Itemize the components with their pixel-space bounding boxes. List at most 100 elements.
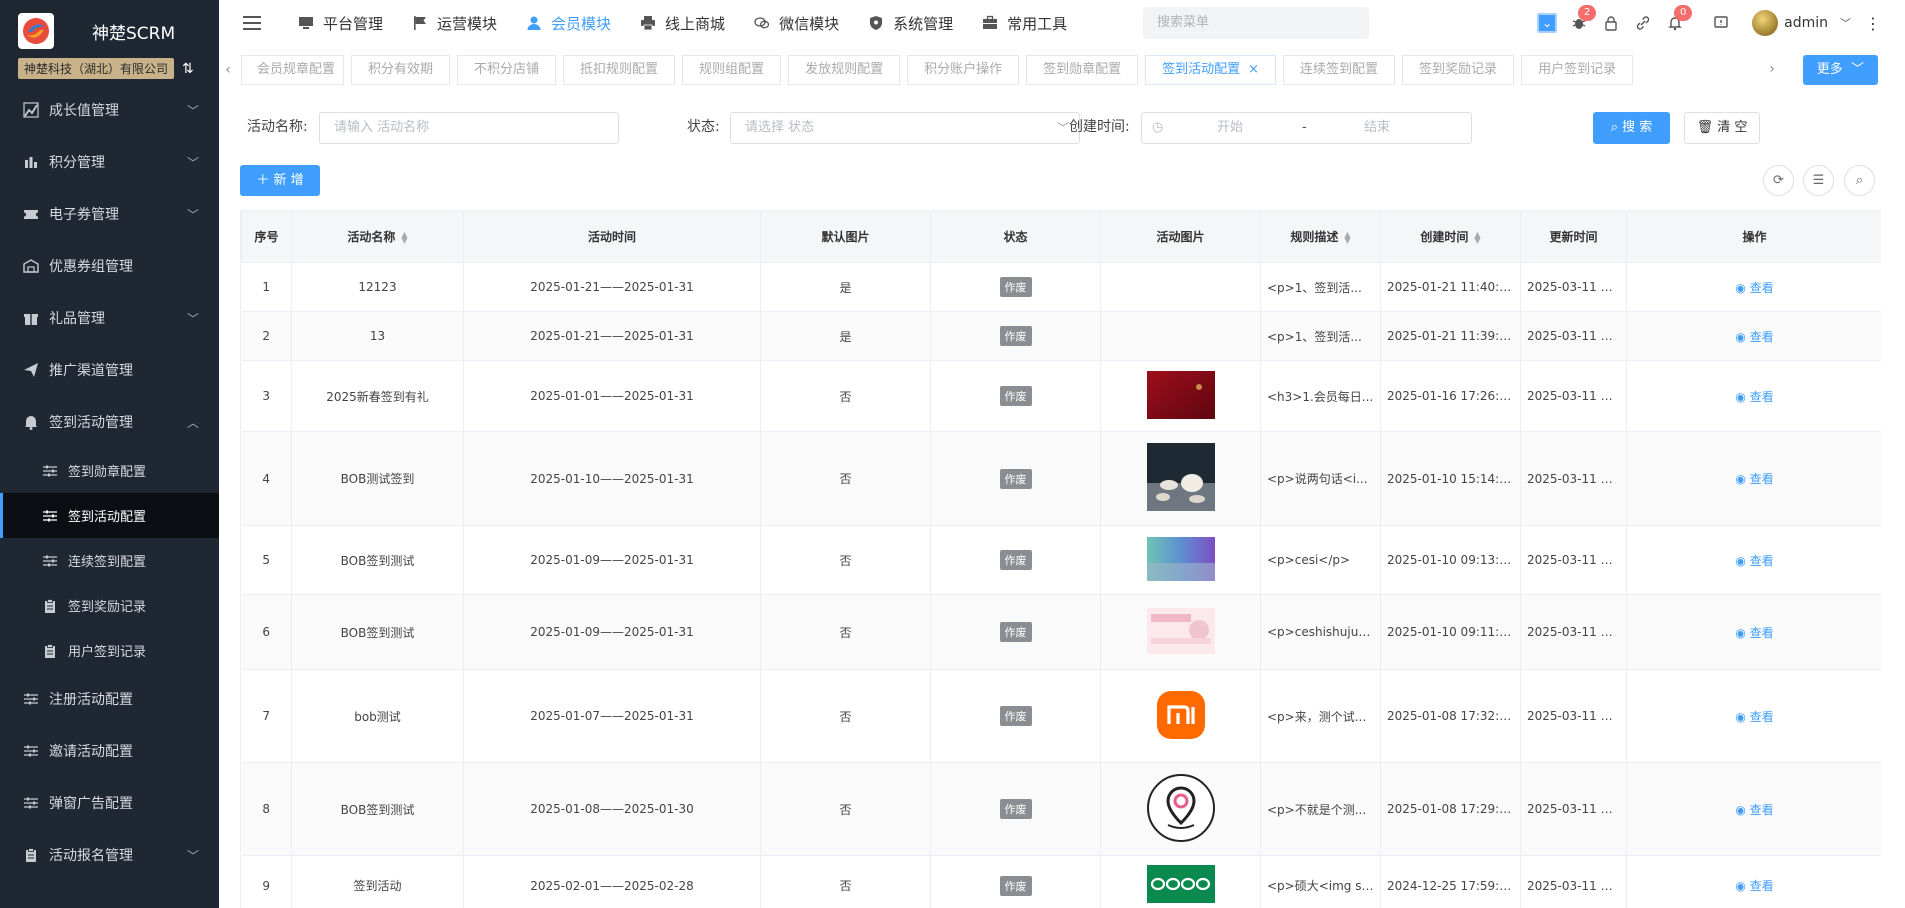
cell-name: 12123	[291, 262, 464, 312]
status-select[interactable]: 请选择 状态 ﹀	[730, 112, 1080, 144]
user-name[interactable]: admin	[1784, 15, 1828, 31]
sort-icon[interactable]: ▲ ▼	[1344, 230, 1350, 244]
column-header-6[interactable]: 规则描述 ▲ ▼	[1260, 210, 1381, 263]
activity-thumbnail-image[interactable]	[1146, 536, 1215, 584]
eye-icon: ◉	[1735, 553, 1746, 568]
tab-6[interactable]: 积分账户操作	[907, 55, 1020, 85]
sidebar-subitem-1[interactable]: 签到活动配置	[0, 493, 219, 538]
feedback-icon[interactable]	[1710, 12, 1732, 34]
view-button[interactable]: ◉ 查看	[1735, 554, 1773, 568]
topnav-item-4[interactable]: 微信模块	[753, 13, 839, 34]
tab-10[interactable]: 签到奖励记录	[1402, 55, 1515, 85]
lock-icon[interactable]	[1600, 12, 1622, 34]
sidebar-subitem-3[interactable]: 签到奖励记录	[0, 583, 219, 628]
notification-bell-icon[interactable]: 0	[1664, 5, 1693, 34]
sidebar-item-bottom-3[interactable]: 活动报名管理 ﹀	[0, 829, 219, 881]
topnav-item-1[interactable]: 运营模块	[411, 13, 497, 34]
sidebar-item-bottom-2[interactable]: 弹窗广告配置	[0, 777, 219, 829]
tab-11[interactable]: 用户签到记录	[1521, 55, 1634, 85]
status-badge: 作废	[999, 550, 1032, 570]
add-new-label: 新 增	[273, 173, 304, 188]
view-button[interactable]: ◉ 查看	[1735, 803, 1773, 817]
search-button[interactable]: ⌕ 搜 索	[1593, 112, 1670, 144]
sort-icon[interactable]: ▲ ▼	[401, 230, 407, 244]
sidebar-subitem-4[interactable]: 用户签到记录	[0, 628, 219, 673]
more-options-icon[interactable]: ⋮	[1865, 14, 1881, 33]
add-new-button[interactable]: ＋ 新 增	[240, 165, 320, 196]
more-tabs-button[interactable]: 更多 ﹀	[1802, 55, 1878, 85]
hamburger-menu-icon[interactable]	[243, 16, 261, 30]
activity-thumbnail-image[interactable]	[1146, 865, 1215, 906]
sidebar-item-main-6[interactable]: 签到活动管理 ︿	[0, 396, 219, 448]
tab-3[interactable]: 抵扣规则配置	[563, 55, 676, 85]
activity-name-input[interactable]: 请输入 活动名称	[319, 112, 619, 144]
tab-4[interactable]: 规则组配置	[682, 55, 782, 85]
view-button[interactable]: ◉ 查看	[1735, 879, 1773, 893]
sidebar-item-main-3[interactable]: 优惠券组管理	[0, 240, 219, 292]
sidebar-item-main-4[interactable]: 礼品管理 ﹀	[0, 292, 219, 344]
dropdown-select-toggle[interactable]: ⌄	[1536, 12, 1558, 34]
tab-7[interactable]: 签到勋章配置	[1026, 55, 1139, 85]
tab-5[interactable]: 发放规则配置	[788, 55, 901, 85]
clear-button[interactable]: 🗑 清 空	[1684, 112, 1760, 144]
sidebar-item-bottom-0[interactable]: 注册活动配置	[0, 673, 219, 725]
refresh-icon[interactable]: ⟳	[1763, 165, 1794, 196]
sidebar-subitem-2[interactable]: 连续签到配置	[0, 538, 219, 583]
table-row: 8 BOB签到测试 2025-01-08——2025-01-30 否 作废 <p…	[241, 762, 1881, 856]
sidebar-item-main-2[interactable]: 电子券管理 ﹀	[0, 188, 219, 240]
topnav-item-5[interactable]: 系统管理	[867, 13, 953, 34]
topnav-item-2[interactable]: 会员模块	[525, 13, 611, 34]
toggle-search-icon[interactable]: ⌕	[1844, 165, 1875, 196]
date-start-input[interactable]: 开始	[1217, 113, 1243, 143]
topnav-item-0[interactable]: 平台管理	[297, 13, 383, 34]
view-label: 查看	[1749, 389, 1774, 404]
sidebar-item-label: 邀请活动配置	[49, 744, 133, 760]
sidebar-item-main-5[interactable]: 推广渠道管理	[0, 344, 219, 396]
view-button[interactable]: ◉ 查看	[1735, 281, 1773, 295]
chevron-down-icon[interactable]: ﹀	[1840, 15, 1851, 31]
status-badge: 作废	[999, 799, 1032, 819]
tab-2[interactable]: 不积分店铺	[457, 55, 557, 85]
sidebar-item-bottom-1[interactable]: 邀请活动配置	[0, 725, 219, 777]
activity-thumbnail-image[interactable]	[1156, 690, 1206, 743]
tab-9[interactable]: 连续签到配置	[1283, 55, 1396, 85]
sidebar-item-main-0[interactable]: 成长值管理 ﹀	[0, 84, 219, 136]
tab-1[interactable]: 积分有效期	[351, 55, 451, 85]
close-icon[interactable]: ×	[1248, 62, 1259, 77]
activity-thumbnail-image[interactable]	[1146, 370, 1215, 422]
menu-search-input[interactable]: 搜索菜单	[1143, 7, 1369, 39]
topnav-item-3[interactable]: 线上商城	[639, 13, 725, 34]
sort-icon[interactable]: ▲ ▼	[1474, 230, 1480, 244]
status-badge: 作废	[999, 386, 1032, 406]
cell-no: 2	[241, 311, 292, 361]
link-icon[interactable]	[1632, 12, 1654, 34]
activity-thumbnail-image[interactable]	[1146, 773, 1216, 846]
tab-0[interactable]: 会员规章配置	[241, 55, 344, 85]
avatar[interactable]	[1752, 10, 1779, 36]
view-button[interactable]: ◉ 查看	[1735, 330, 1773, 344]
view-button[interactable]: ◉ 查看	[1735, 626, 1773, 640]
column-header-7[interactable]: 创建时间 ▲ ▼	[1380, 210, 1521, 263]
tab-8[interactable]: 签到活动配置 ×	[1145, 55, 1277, 85]
cell-status: 作废	[930, 360, 1101, 432]
sidebar-item-main-1[interactable]: 积分管理 ﹀	[0, 136, 219, 188]
bug-icon[interactable]: 2	[1568, 5, 1597, 34]
cell-status: 作废	[930, 855, 1101, 908]
view-label: 查看	[1749, 553, 1774, 568]
view-button[interactable]: ◉ 查看	[1735, 710, 1773, 724]
tabs-scroll-right-icon[interactable]: ›	[1763, 61, 1781, 77]
tab-label: 签到勋章配置	[1043, 62, 1122, 77]
column-header-1[interactable]: 活动名称 ▲ ▼	[291, 210, 464, 263]
activity-thumbnail-image[interactable]	[1146, 443, 1215, 514]
activity-thumbnail-image[interactable]	[1146, 607, 1215, 657]
topnav-item-6[interactable]: 常用工具	[981, 13, 1067, 34]
view-button[interactable]: ◉ 查看	[1735, 472, 1773, 486]
tabs-scroll-left-icon[interactable]: ‹	[219, 62, 237, 78]
date-end-input[interactable]: 结束	[1364, 113, 1390, 143]
switch-company-icon[interactable]: ⇅	[182, 61, 194, 77]
date-range-picker[interactable]: ◷ 开始 - 结束	[1141, 112, 1472, 144]
view-button[interactable]: ◉ 查看	[1735, 390, 1773, 404]
clipboard-icon	[42, 598, 58, 614]
sidebar-subitem-0[interactable]: 签到勋章配置	[0, 448, 219, 493]
column-settings-icon[interactable]: ☰	[1803, 165, 1834, 196]
